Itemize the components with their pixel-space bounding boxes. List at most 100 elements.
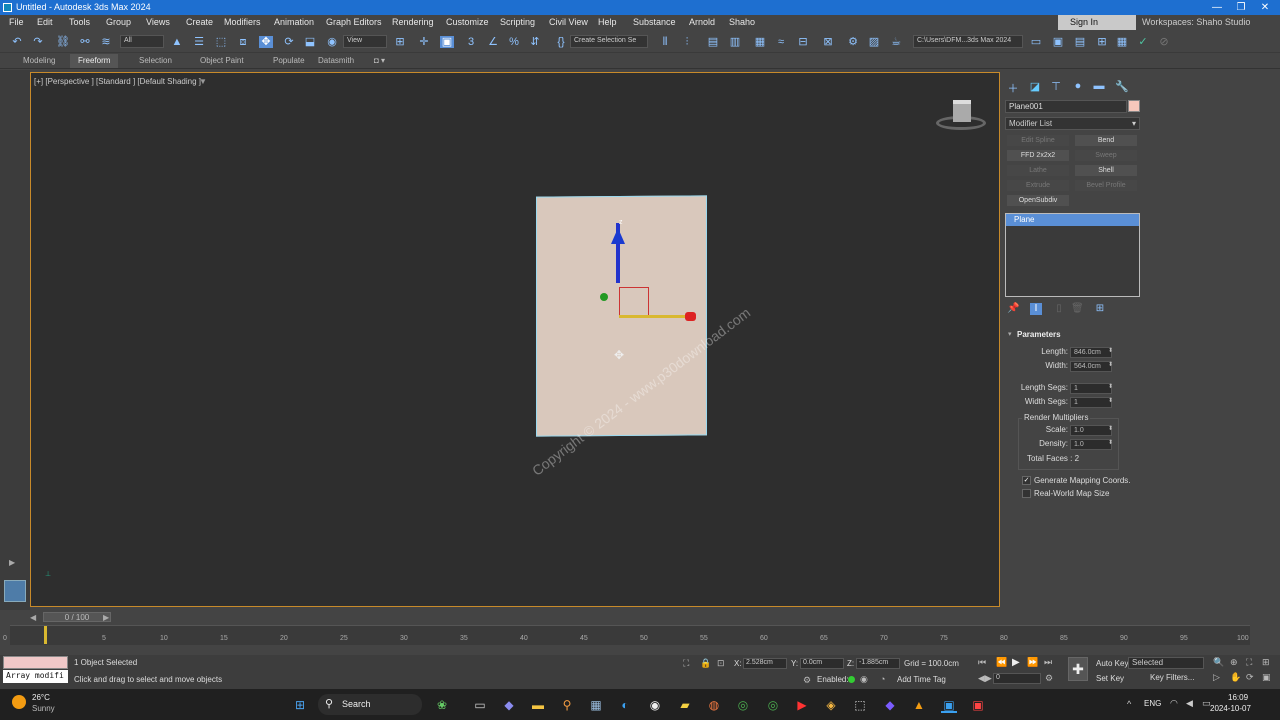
scene-explorer-icon[interactable]: ▤ [706, 36, 720, 48]
scale-icon[interactable]: ⬓ [303, 36, 317, 48]
key-filters-button[interactable]: Key Filters... [1150, 673, 1194, 682]
configure-sets-icon[interactable]: ⊞ [1094, 303, 1106, 315]
menu-help[interactable]: Help [598, 17, 617, 27]
ffd-button[interactable]: FFD 2x2x2 [1006, 149, 1070, 162]
remove-modifier-icon[interactable]: 🗑 [1071, 303, 1084, 315]
render-setup-icon[interactable]: ⚙ [846, 36, 860, 48]
length-spinner-icon[interactable]: ⬍ [1108, 347, 1113, 354]
real-world-checkbox[interactable] [1022, 489, 1031, 498]
set-keys-icon[interactable]: ✚ [1068, 657, 1088, 681]
toolbar-icon-a[interactable]: ▤ [1073, 36, 1087, 48]
toggle-ribbon-icon[interactable]: ▦ [753, 36, 767, 48]
length-segs-field[interactable]: 1 [1070, 383, 1112, 394]
menu-scripting[interactable]: Scripting [500, 17, 535, 27]
restore-button[interactable]: ❐ [1228, 0, 1254, 15]
length-segs-spinner-icon[interactable]: ⬍ [1108, 383, 1113, 390]
menu-group[interactable]: Group [106, 17, 131, 27]
sweep-button[interactable]: Sweep [1074, 149, 1138, 162]
project-folder-icon[interactable]: ▭ [1029, 36, 1043, 48]
keyboard-shortcut-override-icon[interactable]: ▣ [440, 36, 454, 48]
mirror-icon[interactable]: ⫴ [658, 36, 672, 48]
unlink-icon[interactable]: ⚯ [78, 36, 92, 48]
x-arrow-icon[interactable] [685, 312, 696, 321]
spinner-snap-icon[interactable]: ⇵ [528, 36, 542, 48]
go-to-end-icon[interactable]: ⏭ [1044, 657, 1052, 668]
set-key-button[interactable]: Set Key [1096, 674, 1124, 683]
pin-stack-icon[interactable]: 📌 [1007, 303, 1019, 315]
tab-freeform[interactable]: Freeform [70, 54, 119, 68]
bind-spacewarp-icon[interactable]: ≋ [99, 36, 113, 48]
menu-substance[interactable]: Substance [633, 17, 676, 27]
menu-create[interactable]: Create [186, 17, 213, 27]
menu-customize[interactable]: Customize [446, 17, 489, 27]
menu-rendering[interactable]: Rendering [392, 17, 434, 27]
filter-icon[interactable]: ▼ [199, 77, 207, 86]
key-mode-dropdown[interactable]: Selected [1128, 657, 1204, 669]
scale-field[interactable]: 1.0 [1070, 425, 1112, 436]
modify-tab-icon[interactable]: ◪ [1029, 80, 1041, 93]
make-unique-icon[interactable]: ▯ [1053, 303, 1065, 315]
time-slider[interactable]: 0 / 100 [43, 612, 111, 622]
asset-tracking-icon[interactable]: ▣ [1051, 36, 1065, 48]
firefox-icon[interactable]: ◍ [706, 697, 722, 713]
project-path[interactable]: C:\Users\DFM...3ds Max 2024 [913, 35, 1023, 48]
density-spinner-icon[interactable]: ⬍ [1108, 439, 1113, 446]
wifi-icon[interactable]: ◠ [1170, 698, 1178, 709]
close-button[interactable]: ✕ [1252, 0, 1278, 15]
time-tag-icon[interactable]: ◔ [880, 674, 885, 684]
lathe-button[interactable]: Lathe [1006, 164, 1070, 177]
menu-graph-editors[interactable]: Graph Editors [326, 17, 382, 27]
move-icon[interactable]: ✥ [259, 36, 273, 48]
reference-coord-system[interactable]: View [343, 35, 387, 48]
select-manipulate-icon[interactable]: ✛ [417, 36, 431, 48]
menu-file[interactable]: File [9, 17, 24, 27]
shell-button[interactable]: Shell [1074, 164, 1138, 177]
utilities-tab-icon[interactable]: 🔧 [1115, 80, 1129, 93]
media-icon[interactable]: ◉ [647, 697, 663, 713]
curve-editor-icon[interactable]: ≈ [774, 36, 788, 48]
sign-in-dropdown[interactable]: Sign In [1058, 15, 1136, 30]
app-icon-c[interactable]: ◆ [882, 697, 898, 713]
angle-snap-icon[interactable]: ∠ [486, 36, 500, 48]
generate-mapping-checkbox[interactable]: ✓ [1022, 476, 1031, 485]
menu-animation[interactable]: Animation [274, 17, 314, 27]
edit-spline-button[interactable]: Edit Spline [1006, 134, 1070, 147]
scale-spinner-icon[interactable]: ⬍ [1108, 425, 1113, 432]
volume-icon[interactable]: ◀ [1186, 698, 1193, 709]
tab-object-paint[interactable]: Object Paint [200, 56, 244, 65]
x-axis-gizmo[interactable] [619, 315, 689, 318]
fov-icon[interactable]: ▷ [1213, 672, 1220, 683]
app-icon-d[interactable]: ▲ [911, 697, 927, 713]
key-mode-icon[interactable]: ◀▶ [978, 673, 992, 684]
generate-mapping-label[interactable]: Generate Mapping Coords. [1034, 476, 1131, 485]
minimize-button[interactable]: — [1204, 0, 1230, 15]
toolbar-icon-c[interactable]: ▦ [1115, 36, 1129, 48]
absolute-mode-icon[interactable]: ⊡ [717, 658, 725, 669]
search-app-icon[interactable]: ⚲ [559, 697, 575, 713]
workspace-selector[interactable]: Workspaces: Shaho Studio [1142, 17, 1250, 27]
align-icon[interactable]: ⫶ [680, 36, 694, 48]
tab-selection[interactable]: Selection [139, 56, 172, 65]
density-field[interactable]: 1.0 [1070, 439, 1112, 450]
width-segs-spinner-icon[interactable]: ⬍ [1108, 397, 1113, 404]
rollout-toggle-icon[interactable]: ▾ [1008, 330, 1012, 338]
window-crossing-icon[interactable]: ⧈ [236, 36, 250, 48]
adaptive-degradation-icon[interactable]: ⚙ [803, 675, 811, 686]
file-explorer-icon[interactable]: ▬ [530, 697, 546, 713]
parameters-rollout-title[interactable]: Parameters [1017, 330, 1061, 339]
app-icon-a[interactable]: ◈ [823, 697, 839, 713]
length-field[interactable]: 846.0cm [1070, 347, 1112, 358]
rendered-frame-icon[interactable]: ▨ [867, 36, 881, 48]
display-tab-icon[interactable]: ▬ [1093, 80, 1105, 92]
pan-icon[interactable]: ✋ [1230, 672, 1241, 683]
named-selection-icon[interactable]: {} [554, 36, 568, 48]
zoom-all-icon[interactable]: ⊕ [1230, 657, 1238, 668]
tab-datasmith[interactable]: Datasmith [318, 56, 354, 65]
slider-next-icon[interactable]: ▶ [103, 613, 109, 622]
zoom-extents-all-icon[interactable]: ⊞ [1262, 657, 1270, 668]
y-arrow-icon[interactable] [600, 293, 608, 301]
opensubdiv-button[interactable]: OpenSubdiv [1006, 194, 1070, 207]
material-editor-icon[interactable]: ⊠ [821, 36, 835, 48]
app-icon-e[interactable]: ▣ [970, 697, 986, 713]
selection-filter[interactable]: All [120, 35, 164, 48]
